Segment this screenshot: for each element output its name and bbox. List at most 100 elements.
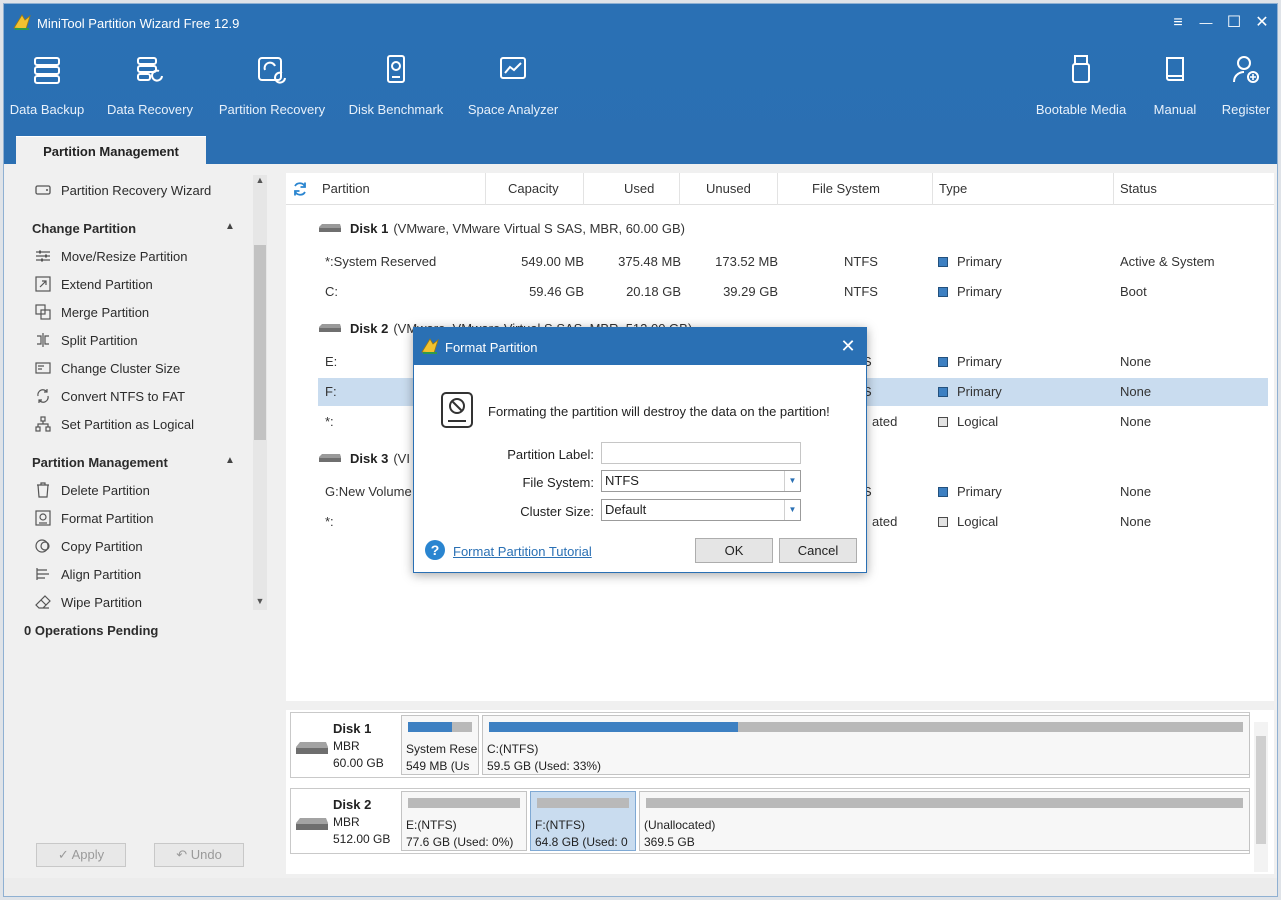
undo-icon: ↶ (176, 847, 188, 862)
disk-header-3[interactable]: Disk 3 (VI (318, 446, 410, 470)
cluster-size-select[interactable]: Default ▼ (601, 499, 801, 521)
cell-used: 375.48 MB (618, 254, 681, 269)
hard-drive-icon (319, 224, 341, 232)
format-partition-tutorial-link[interactable]: Format Partition Tutorial (453, 544, 592, 559)
disk-map-partition-selected[interactable]: F:(NTFS) 64.8 GB (Used: 0 (530, 791, 636, 851)
partition-recovery-icon (258, 57, 286, 84)
logical-swatch-icon (938, 517, 948, 527)
disk-map-row-2[interactable]: Disk 2 MBR 512.00 GB E:(NTFS) 77.6 GB (U… (290, 788, 1250, 854)
move-resize-partition-item[interactable]: Move/Resize Partition (34, 245, 187, 267)
copy-partition-item[interactable]: Copy Partition (34, 535, 143, 557)
disk-header-1[interactable]: Disk 1 (VMware, VMware Virtual S SAS, MB… (318, 216, 685, 240)
minimize-button[interactable]: — (1194, 11, 1218, 35)
convert-ntfs-to-fat-item[interactable]: Convert NTFS to FAT (34, 385, 185, 407)
data-recovery-label: Data Recovery (107, 102, 193, 117)
column-type[interactable]: Type (933, 173, 1114, 205)
cell-type: Primary (938, 248, 1002, 276)
align-partition-item[interactable]: Align Partition (34, 563, 141, 585)
register-button[interactable]: Register (1220, 52, 1272, 122)
disk-map-info: Disk 1 MBR 60.00 GB (291, 713, 399, 777)
undo-button[interactable]: ↶ Undo (154, 843, 244, 867)
cell-partition: *: (325, 414, 334, 429)
space-analyzer-button[interactable]: Space Analyzer (466, 52, 560, 122)
partition-size: 59.5 GB (Used: 33%) (487, 759, 602, 773)
merge-partition-item[interactable]: Merge Partition (34, 301, 149, 323)
partition-recovery-button[interactable]: Partition Recovery (217, 52, 327, 122)
data-recovery-button[interactable]: Data Recovery (107, 52, 193, 122)
refresh-icon[interactable] (292, 181, 308, 197)
manual-button[interactable]: Manual (1150, 52, 1200, 122)
table-row[interactable]: *:System Reserved 549.00 MB 375.48 MB 17… (318, 248, 1268, 276)
dialog-close-icon[interactable]: ✕ (838, 336, 858, 356)
data-backup-button[interactable]: Data Backup (8, 52, 86, 122)
dialog-title-bar: Format Partition ✕ (414, 328, 866, 365)
chevron-down-icon[interactable]: ▼ (784, 500, 800, 520)
apply-button[interactable]: ✓ Apply (36, 843, 126, 867)
menu-icon[interactable]: ≡ (1166, 11, 1190, 35)
cell-used: 20.18 GB (626, 284, 681, 299)
column-status[interactable]: Status (1114, 173, 1274, 205)
format-partition-dialog: Format Partition ✕ Formating the partiti… (413, 327, 867, 573)
table-row[interactable]: C: 59.46 GB 20.18 GB 39.29 GB NTFS Prima… (318, 278, 1268, 306)
disk-benchmark-label: Disk Benchmark (348, 102, 444, 117)
tab-partition-management[interactable]: Partition Management (16, 136, 206, 165)
format-partition-item[interactable]: Format Partition (34, 507, 153, 529)
disk-map-row-1[interactable]: Disk 1 MBR 60.00 GB System Rese 549 MB (… (290, 712, 1250, 778)
extend-partition-item[interactable]: Extend Partition (34, 273, 153, 295)
close-button[interactable]: ✕ (1250, 11, 1274, 35)
partition-label: System Rese (406, 742, 478, 756)
disk-map-scheme: MBR (333, 815, 360, 829)
chevron-up-icon[interactable]: ▲ (225, 221, 235, 232)
split-partition-item[interactable]: Split Partition (34, 329, 138, 351)
disk-map-size: 512.00 GB (333, 832, 391, 846)
disk-map-partition[interactable]: (Unallocated) 369.5 GB (639, 791, 1250, 851)
disk-map-partition[interactable]: E:(NTFS) 77.6 GB (Used: 0%) (401, 791, 527, 851)
help-icon[interactable]: ? (425, 540, 445, 560)
change-cluster-size-item[interactable]: Change Cluster Size (34, 357, 180, 379)
scrollbar-thumb[interactable] (1256, 736, 1266, 844)
disk-benchmark-button[interactable]: Disk Benchmark (348, 52, 444, 122)
sidebar-scrollbar[interactable]: ▲ ▼ (253, 175, 267, 610)
column-capacity[interactable]: Capacity (486, 173, 584, 205)
cell-partition: G:New Volume (325, 484, 412, 499)
scroll-up-icon[interactable]: ▲ (253, 175, 267, 189)
partition-recovery-wizard-item[interactable]: Partition Recovery Wizard (34, 179, 211, 201)
chevron-up-icon[interactable]: ▲ (225, 455, 235, 466)
disk-map-partition[interactable]: C:(NTFS) 59.5 GB (Used: 33%) (482, 715, 1250, 775)
scrollbar-thumb[interactable] (254, 245, 266, 440)
partition-label-input[interactable] (601, 442, 801, 464)
partition-label: (Unallocated) (644, 818, 716, 832)
space-analyzer-icon (500, 57, 526, 79)
chevron-down-icon[interactable]: ▼ (784, 471, 800, 491)
cell-status: Boot (1120, 284, 1147, 299)
column-used[interactable]: Used (584, 173, 680, 205)
cell-file-system: ated (872, 414, 898, 429)
primary-swatch-icon (938, 257, 948, 267)
format-icon (34, 509, 52, 527)
column-partition[interactable]: Partition (316, 173, 486, 205)
file-system-select[interactable]: NTFS ▼ (601, 470, 801, 492)
ok-button[interactable]: OK (695, 538, 773, 563)
bootable-media-label: Bootable Media (1035, 102, 1127, 117)
maximize-button[interactable]: ☐ (1222, 11, 1246, 35)
bootable-media-button[interactable]: Bootable Media (1032, 52, 1130, 122)
cell-file-system: NTFS (844, 284, 878, 299)
file-system-label: File System: (522, 475, 594, 490)
cell-partition: *: (325, 514, 334, 529)
data-recovery-icon (137, 57, 163, 82)
scroll-down-icon[interactable]: ▼ (253, 596, 267, 610)
extend-partition-label: Extend Partition (61, 276, 153, 292)
disk-map-partition[interactable]: System Rese 549 MB (Us (401, 715, 479, 775)
cell-type: Logical (938, 408, 998, 436)
column-file-system[interactable]: File System (778, 173, 933, 205)
delete-partition-item[interactable]: Delete Partition (34, 479, 150, 501)
disk-map-info: Disk 2 MBR 512.00 GB (291, 789, 399, 853)
cancel-button[interactable]: Cancel (779, 538, 857, 563)
set-partition-as-logical-item[interactable]: Set Partition as Logical (34, 413, 194, 435)
hard-drive-icon (296, 818, 328, 830)
wipe-partition-item[interactable]: Wipe Partition (34, 591, 142, 613)
title-bar: MiniTool Partition Wizard Free 12.9 ≡ — … (4, 4, 1277, 40)
disk-map-scrollbar[interactable] (1254, 722, 1268, 872)
partition-size: 77.6 GB (Used: 0%) (406, 835, 514, 849)
column-unused[interactable]: Unused (680, 173, 778, 205)
